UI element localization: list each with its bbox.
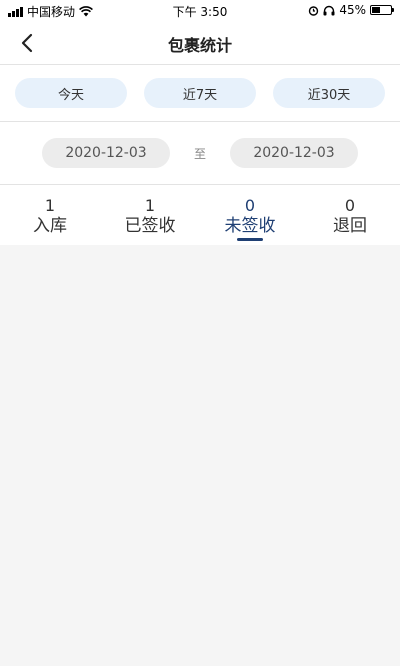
tab-signed[interactable]: 1 已签收 xyxy=(100,185,200,245)
tab-label: 未签收 xyxy=(224,216,276,236)
tab-count: 0 xyxy=(244,196,256,215)
alarm-icon xyxy=(309,5,319,16)
navigation-bar: 包裹统计 xyxy=(0,20,400,65)
package-list-area xyxy=(0,245,400,666)
tab-label: 入库 xyxy=(33,216,67,236)
tab-label: 退回 xyxy=(333,216,367,236)
battery-icon xyxy=(370,5,394,15)
status-tabs: 1 入库 1 已签收 0 未签收 0 退回 xyxy=(0,185,400,245)
range-today-button[interactable]: 今天 xyxy=(15,78,127,108)
page-title: 包裹统计 xyxy=(167,36,232,55)
active-tab-indicator xyxy=(237,238,263,241)
battery-percent: 45% xyxy=(339,3,366,17)
quick-range-bar: 今天 近7天 近30天 xyxy=(0,65,400,122)
tab-unsigned[interactable]: 0 未签收 xyxy=(200,185,300,245)
range-30-days-button[interactable]: 近30天 xyxy=(273,78,385,108)
tab-count: 1 xyxy=(144,196,156,215)
tab-count: 0 xyxy=(344,196,356,215)
status-bar: 中国移动 下午 3:50 45% xyxy=(0,0,400,20)
tab-stored[interactable]: 1 入库 xyxy=(0,185,100,245)
tab-label: 已签收 xyxy=(124,216,176,236)
date-separator: 至 xyxy=(193,146,206,161)
date-range-row: 2020-12-03 至 2020-12-03 xyxy=(0,122,400,185)
tab-count: 1 xyxy=(44,196,56,215)
end-date-picker[interactable]: 2020-12-03 xyxy=(230,138,358,168)
status-right: 45% xyxy=(308,3,394,17)
tab-returned[interactable]: 0 退回 xyxy=(300,185,400,245)
start-date-picker[interactable]: 2020-12-03 xyxy=(42,138,170,168)
battery-fill xyxy=(372,7,381,13)
header-area: 中国移动 下午 3:50 45% 包裹统计 今天 近7天 近30天 2020-1… xyxy=(0,0,400,245)
range-7-days-button[interactable]: 近7天 xyxy=(144,78,256,108)
headphones-icon xyxy=(323,5,335,15)
